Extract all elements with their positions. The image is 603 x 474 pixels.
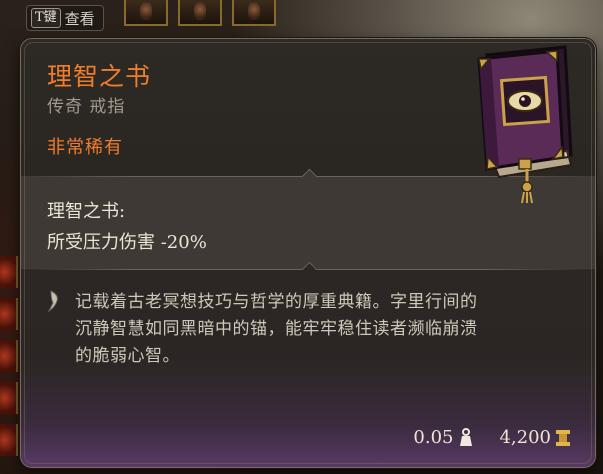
skill-slot[interactable] bbox=[0, 256, 18, 288]
skill-slot[interactable] bbox=[0, 424, 18, 456]
item-price: 4,200 bbox=[499, 427, 551, 448]
item-type: 传奇 戒指 bbox=[47, 97, 126, 117]
item-footer: 0.05 4,200 bbox=[413, 427, 571, 448]
passive-effect: 所受压力伤害 -20% bbox=[47, 232, 207, 253]
skill-slot[interactable] bbox=[0, 340, 18, 372]
inspect-key-cap: T键 bbox=[31, 8, 61, 28]
flavor-text: 记载着古老冥想技巧与哲学的厚重典籍。字里行间的 沉静智慧如同黑暗中的锚，能牢牢稳… bbox=[75, 289, 575, 370]
inspect-key-hint[interactable]: T键 查看 bbox=[26, 5, 104, 31]
item-tooltip: 理智之书 传奇 戒指 非常稀有 理智之书: 所受压力伤害 -20% 记载着古老冥… bbox=[20, 38, 596, 468]
passive-name: 理智之书: bbox=[47, 201, 126, 222]
item-name: 理智之书 bbox=[47, 62, 152, 91]
quill-icon bbox=[47, 290, 58, 313]
flavor-line: 记载着古老冥想技巧与哲学的厚重典籍。字里行间的 bbox=[75, 292, 478, 312]
skill-slot[interactable] bbox=[0, 298, 18, 330]
inspect-label: 查看 bbox=[64, 9, 95, 28]
inventory-slot[interactable] bbox=[124, 0, 168, 26]
flavor-line: 的脆弱心智。 bbox=[75, 346, 180, 366]
gold-coin-icon bbox=[556, 429, 570, 446]
inventory-slot[interactable] bbox=[178, 0, 222, 26]
item-weight: 0.05 bbox=[413, 427, 454, 448]
book-of-sanity-icon bbox=[477, 45, 573, 204]
inventory-slot[interactable] bbox=[232, 0, 276, 26]
flavor-line: 沉静智慧如同黑暗中的锚，能牢牢稳住读者濒临崩溃 bbox=[75, 319, 478, 339]
item-rarity: 非常稀有 bbox=[47, 137, 123, 158]
skill-slot[interactable] bbox=[0, 382, 18, 414]
weight-icon bbox=[460, 427, 473, 446]
